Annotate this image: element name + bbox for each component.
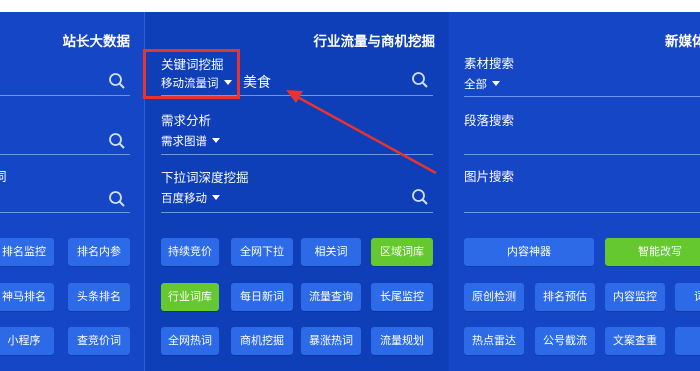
tool-button[interactable]: 流量查询 <box>301 283 361 311</box>
material-search-label: 素材搜索 <box>464 56 515 71</box>
search-icon[interactable] <box>108 72 126 90</box>
search-underline <box>161 212 433 213</box>
tool-button[interactable]: 词 <box>675 327 700 355</box>
panel-title-webmaster-data: 站长大数据 <box>62 34 131 50</box>
search-icon[interactable] <box>108 190 126 208</box>
tool-button[interactable]: 流量规划 <box>371 327 433 355</box>
tool-button[interactable]: 区域词库 <box>371 238 433 266</box>
tool-button[interactable]: 商机挖掘 <box>231 327 293 355</box>
search-icon[interactable] <box>411 188 429 206</box>
search-icon[interactable] <box>108 132 126 150</box>
panel-title-industry-traffic: 行业流量与商机挖掘 <box>313 34 436 50</box>
dropdown-mining-label: 下拉词深度挖掘 <box>161 170 249 185</box>
image-search-label: 图片搜索 <box>464 169 515 184</box>
tool-button[interactable]: 小程序 <box>0 327 54 355</box>
search-icon[interactable] <box>411 71 429 89</box>
tool-button[interactable]: 公号截流 <box>535 327 595 355</box>
tool-button[interactable]: 词云 <box>675 283 700 311</box>
tool-button[interactable]: 排名预估 <box>535 283 595 311</box>
tool-button[interactable]: 行业词库 <box>161 283 219 311</box>
tool-button[interactable]: 热点雷达 <box>464 327 524 355</box>
paragraph-search-label: 段落搜索 <box>464 113 515 128</box>
tool-button[interactable]: 持续竞价 <box>161 238 219 266</box>
tool-button[interactable]: 全网热词 <box>161 327 219 355</box>
truncated-label: 词 <box>0 169 7 184</box>
tool-button[interactable]: 头条排名 <box>68 283 130 311</box>
chevron-down-icon <box>212 138 220 143</box>
demand-type-select[interactable]: 需求图谱 <box>161 133 220 149</box>
search-underline <box>0 212 130 213</box>
tool-button[interactable]: 相关词 <box>301 238 361 266</box>
tool-button[interactable]: 排名内参 <box>68 238 130 266</box>
search-underline <box>0 154 130 155</box>
search-underline <box>161 154 433 155</box>
tool-button[interactable]: 原创检测 <box>464 283 524 311</box>
tool-button[interactable]: 暴涨热词 <box>301 327 361 355</box>
highlight-box <box>143 49 240 99</box>
keyword-input[interactable]: 美食 <box>243 72 271 92</box>
tool-button[interactable]: 神马排名 <box>0 283 54 311</box>
tool-button[interactable]: 每日新词 <box>231 283 293 311</box>
search-underline <box>0 95 130 96</box>
left-panel: 站长大数据 词 排名监控 排名内参 神马排名 头条排名 小程序 查竞价词 <box>0 12 144 371</box>
chevron-down-icon <box>492 81 500 86</box>
tool-button[interactable]: 全网下拉 <box>231 238 293 266</box>
demand-analysis-label: 需求分析 <box>161 113 212 128</box>
tool-button[interactable]: 查竞价词 <box>68 327 130 355</box>
dropdown-source-select[interactable]: 百度移动 <box>161 190 220 206</box>
search-underline <box>464 154 700 155</box>
tool-button[interactable]: 排名监控 <box>0 238 54 266</box>
tool-button[interactable]: 内容神器 <box>464 238 594 266</box>
tool-button[interactable]: 内容监控 <box>605 283 665 311</box>
tool-button[interactable]: 长尾监控 <box>371 283 433 311</box>
tool-button[interactable]: 智能改写 <box>605 238 700 266</box>
right-panel: 新媒体 素材搜索 全部 段落搜索 图片搜索 内容神器 智能改写 原创检测 排名预… <box>449 12 700 371</box>
material-type-select[interactable]: 全部 <box>464 76 500 92</box>
tool-button[interactable]: 文案查重 <box>605 327 665 355</box>
panel-title-new-media: 新媒体 <box>665 34 700 50</box>
chevron-down-icon <box>212 195 220 200</box>
search-underline <box>464 212 700 213</box>
search-underline <box>464 96 700 97</box>
